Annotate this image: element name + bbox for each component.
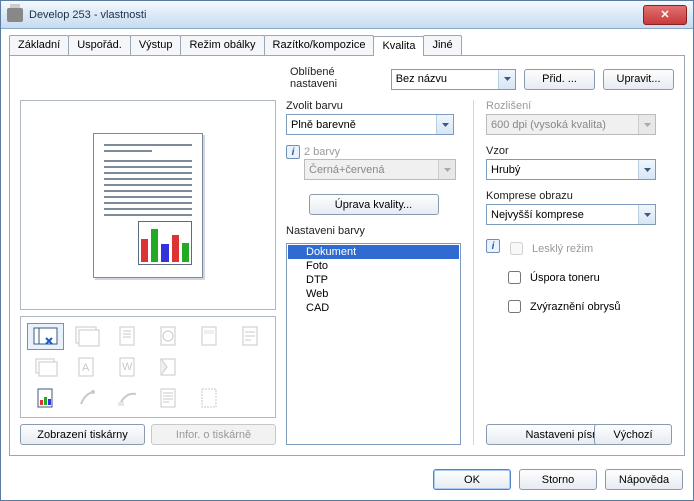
thumb-10[interactable] bbox=[150, 354, 187, 381]
thumb-6[interactable] bbox=[232, 323, 269, 350]
info-icon[interactable]: i bbox=[286, 145, 300, 159]
printer-icon bbox=[7, 8, 23, 22]
right-column: Rozlišení 600 dpi (vysoká kvalita) Vzor … bbox=[486, 100, 674, 445]
compression-value: Nejvyšší komprese bbox=[491, 209, 584, 221]
chevron-down-icon bbox=[638, 205, 655, 224]
columns: A W Zobrazení tiskárny In bbox=[20, 100, 674, 445]
pattern-label: Vzor bbox=[486, 145, 674, 157]
favorites-row: Oblíbené nastaveni Bez názvu Přid. ... U… bbox=[290, 66, 674, 92]
svg-text:W: W bbox=[122, 361, 133, 373]
list-item[interactable]: Web bbox=[288, 287, 459, 301]
thumb-8[interactable]: A bbox=[68, 354, 105, 381]
chevron-down-icon bbox=[498, 70, 515, 89]
dialog-buttons: OK Storno Nápověda bbox=[433, 469, 683, 490]
left-column: A W Zobrazení tiskárny In bbox=[20, 100, 276, 445]
thumb-5[interactable] bbox=[191, 323, 228, 350]
svg-text:A: A bbox=[82, 362, 90, 374]
client-area: Základní Uspořád. Výstup Režim obálky Ra… bbox=[9, 35, 685, 492]
show-printer-button[interactable]: Zobrazení tiskárny bbox=[20, 424, 145, 445]
chevron-down-icon bbox=[638, 115, 655, 134]
color-combo[interactable]: Plně barevně bbox=[286, 114, 454, 135]
close-button[interactable]: ✕ bbox=[643, 5, 687, 25]
printer-info-button: Infor. o tiskárně bbox=[151, 424, 276, 445]
defaults-button[interactable]: Výchozí bbox=[594, 424, 672, 445]
pattern-combo[interactable]: Hrubý bbox=[486, 159, 656, 180]
titlebar: Develop 253 - vlastnosti ✕ bbox=[1, 1, 693, 29]
color-settings-label: Nastaveni barvy bbox=[286, 225, 461, 237]
thumb-3[interactable] bbox=[109, 323, 146, 350]
thumb-7[interactable] bbox=[27, 354, 64, 381]
tab-panel: Oblíbené nastaveni Bez názvu Přid. ... U… bbox=[9, 55, 685, 456]
tab-output[interactable]: Výstup bbox=[130, 35, 182, 55]
help-button[interactable]: Nápověda bbox=[605, 469, 683, 490]
two-colors-label: 2 barvy bbox=[304, 146, 340, 158]
info-icon[interactable]: i bbox=[486, 239, 500, 253]
page-preview bbox=[20, 100, 276, 310]
tab-basic[interactable]: Základní bbox=[9, 35, 69, 55]
chevron-down-icon bbox=[638, 160, 655, 179]
tab-other[interactable]: Jiné bbox=[423, 35, 461, 55]
thumb-13[interactable] bbox=[27, 384, 64, 411]
favorites-add-button[interactable]: Přid. ... bbox=[524, 69, 595, 90]
ok-button[interactable]: OK bbox=[433, 469, 511, 490]
thumb-12 bbox=[232, 354, 269, 381]
left-button-row: Zobrazení tiskárny Infor. o tiskárně bbox=[20, 424, 276, 445]
toner-save-checkbox[interactable]: Úspora toneru bbox=[504, 268, 674, 287]
two-colors-value: Černá+červená bbox=[309, 164, 385, 176]
tabstrip: Základní Uspořád. Výstup Režim obálky Ra… bbox=[9, 35, 685, 55]
favorites-combo[interactable]: Bez názvu bbox=[391, 69, 516, 90]
thumb-16[interactable] bbox=[150, 384, 187, 411]
resolution-label: Rozlišení bbox=[486, 100, 674, 112]
two-colors-combo: Černá+červená bbox=[304, 159, 456, 180]
window-title: Develop 253 - vlastnosti bbox=[29, 9, 146, 21]
edge-enhance-checkbox[interactable]: Zvýraznění obrysů bbox=[504, 297, 674, 316]
color-value: Plně barevně bbox=[291, 119, 356, 131]
tab-stamp[interactable]: Razítko/kompozice bbox=[264, 35, 375, 55]
color-label: Zvolit barvu bbox=[286, 100, 461, 112]
thumb-14[interactable] bbox=[68, 384, 105, 411]
preview-page-icon bbox=[93, 133, 203, 278]
compression-label: Komprese obrazu bbox=[486, 190, 674, 202]
tab-layout[interactable]: Uspořád. bbox=[68, 35, 131, 55]
quality-adjust-button[interactable]: Úprava kvality... bbox=[309, 194, 439, 215]
thumb-2[interactable] bbox=[68, 323, 105, 350]
middle-column: Zvolit barvu Plně barevně i 2 barvy Černá… bbox=[286, 100, 461, 445]
thumb-4[interactable] bbox=[150, 323, 187, 350]
close-icon: ✕ bbox=[660, 8, 669, 21]
thumb-15[interactable] bbox=[109, 384, 146, 411]
list-item[interactable]: Dokument bbox=[288, 245, 459, 259]
resolution-combo: 600 dpi (vysoká kvalita) bbox=[486, 114, 656, 135]
favorites-value: Bez názvu bbox=[396, 73, 447, 85]
pattern-value: Hrubý bbox=[491, 164, 520, 176]
list-item[interactable]: Foto bbox=[288, 259, 459, 273]
chevron-down-icon bbox=[438, 160, 455, 179]
chart-icon bbox=[138, 221, 192, 265]
feature-thumbnails: A W bbox=[20, 316, 276, 418]
thumb-11 bbox=[191, 354, 228, 381]
thumb-17[interactable] bbox=[191, 384, 228, 411]
chevron-down-icon bbox=[436, 115, 453, 134]
tab-envelope[interactable]: Režim obálky bbox=[180, 35, 264, 55]
list-item[interactable]: DTP bbox=[288, 273, 459, 287]
thumb-1[interactable] bbox=[27, 323, 64, 350]
properties-window: Develop 253 - vlastnosti ✕ Základní Uspo… bbox=[0, 0, 694, 501]
favorites-edit-button[interactable]: Upravit... bbox=[603, 69, 674, 90]
glossy-checkbox: Lesklý režim bbox=[506, 239, 674, 258]
thumb-9[interactable]: W bbox=[109, 354, 146, 381]
favorites-label: Oblíbené nastaveni bbox=[290, 66, 383, 90]
list-item[interactable]: CAD bbox=[288, 301, 459, 315]
cancel-button[interactable]: Storno bbox=[519, 469, 597, 490]
tab-quality[interactable]: Kvalita bbox=[373, 36, 424, 56]
color-settings-listbox[interactable]: Dokument Foto DTP Web CAD bbox=[286, 243, 461, 445]
thumb-18 bbox=[232, 384, 269, 411]
resolution-value: 600 dpi (vysoká kvalita) bbox=[491, 119, 606, 131]
separator bbox=[473, 100, 474, 445]
compression-combo[interactable]: Nejvyšší komprese bbox=[486, 204, 656, 225]
